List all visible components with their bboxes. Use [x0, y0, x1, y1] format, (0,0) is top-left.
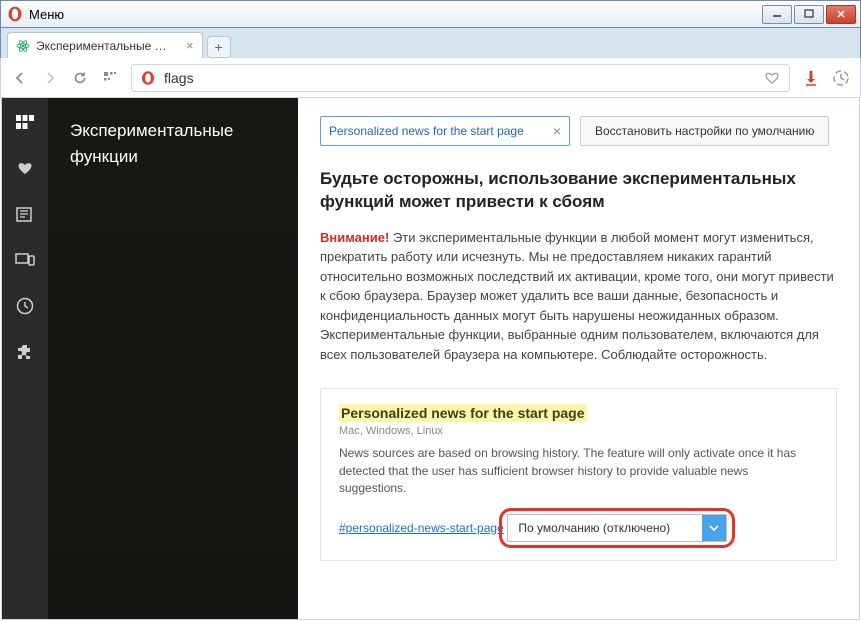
history-tab-icon[interactable]: [15, 296, 35, 316]
flag-select-wrap: По умолчанию (отключено): [507, 514, 727, 542]
clear-search-icon[interactable]: ×: [553, 123, 561, 139]
tab-strip: Экспериментальные фун × +: [0, 28, 861, 58]
flag-platforms: Mac, Windows, Linux: [339, 425, 818, 437]
address-bar[interactable]: [131, 64, 790, 92]
warning-body-text: Эти экспериментальные функции в любой мо…: [320, 230, 834, 362]
page-heading: Экспериментальные функции: [70, 118, 276, 169]
chevron-down-icon: [702, 515, 726, 541]
minimize-button[interactable]: [762, 5, 792, 24]
speed-dial-icon[interactable]: [101, 69, 119, 87]
tab-title: Экспериментальные фун: [36, 39, 176, 53]
extensions-tab-icon[interactable]: [15, 342, 35, 362]
menu-label[interactable]: Меню: [29, 7, 64, 22]
atom-icon: [16, 39, 30, 53]
opera-badge-icon: [140, 70, 156, 86]
speed-dial-tab-icon[interactable]: [15, 112, 35, 132]
maximize-button[interactable]: [794, 5, 824, 24]
tab-close-icon[interactable]: ×: [186, 38, 194, 53]
forward-icon[interactable]: [41, 69, 59, 87]
left-sidebar: [2, 98, 48, 619]
bookmark-heart-icon[interactable]: [763, 69, 781, 87]
flags-main: × Восстановить настройки по умолчанию Бу…: [298, 98, 859, 619]
back-icon[interactable]: [11, 69, 29, 87]
news-tab-icon[interactable]: [15, 204, 35, 224]
sync-icon[interactable]: [832, 69, 850, 87]
window-controls: [762, 5, 856, 24]
url-input[interactable]: [164, 70, 755, 86]
flag-select-value: По умолчанию (отключено): [518, 521, 670, 535]
bookmarks-tab-icon[interactable]: [15, 158, 35, 178]
reload-icon[interactable]: [71, 69, 89, 87]
devices-tab-icon[interactable]: [15, 250, 35, 270]
tab-flags[interactable]: Экспериментальные фун ×: [7, 32, 203, 58]
flag-search-input[interactable]: [329, 124, 553, 138]
warning-text: Внимание! Эти экспериментальные функции …: [320, 228, 837, 365]
page-title-panel: Экспериментальные функции: [48, 98, 298, 619]
flag-title: Personalized news for the start page: [339, 404, 587, 422]
flag-description: News sources are based on browsing histo…: [339, 445, 818, 497]
close-button[interactable]: [826, 5, 856, 24]
warning-heading: Будьте осторожны, использование эксперим…: [320, 168, 837, 214]
flag-state-select[interactable]: По умолчанию (отключено): [507, 514, 727, 542]
window-titlebar: Меню: [0, 0, 861, 28]
search-row: × Восстановить настройки по умолчанию: [320, 116, 837, 146]
flag-search-box[interactable]: ×: [320, 116, 570, 146]
flag-anchor-link[interactable]: #personalized-news-start-page: [339, 521, 504, 535]
attention-label: Внимание!: [320, 230, 389, 245]
new-tab-button[interactable]: +: [207, 36, 231, 58]
restore-defaults-button[interactable]: Восстановить настройки по умолчанию: [580, 116, 829, 146]
opera-logo-icon: [7, 6, 23, 22]
flag-card: Personalized news for the start page Mac…: [320, 388, 837, 560]
download-icon[interactable]: [802, 69, 820, 87]
page-content: Экспериментальные функции × Восстановить…: [1, 98, 860, 620]
browser-toolbar: [0, 58, 861, 98]
